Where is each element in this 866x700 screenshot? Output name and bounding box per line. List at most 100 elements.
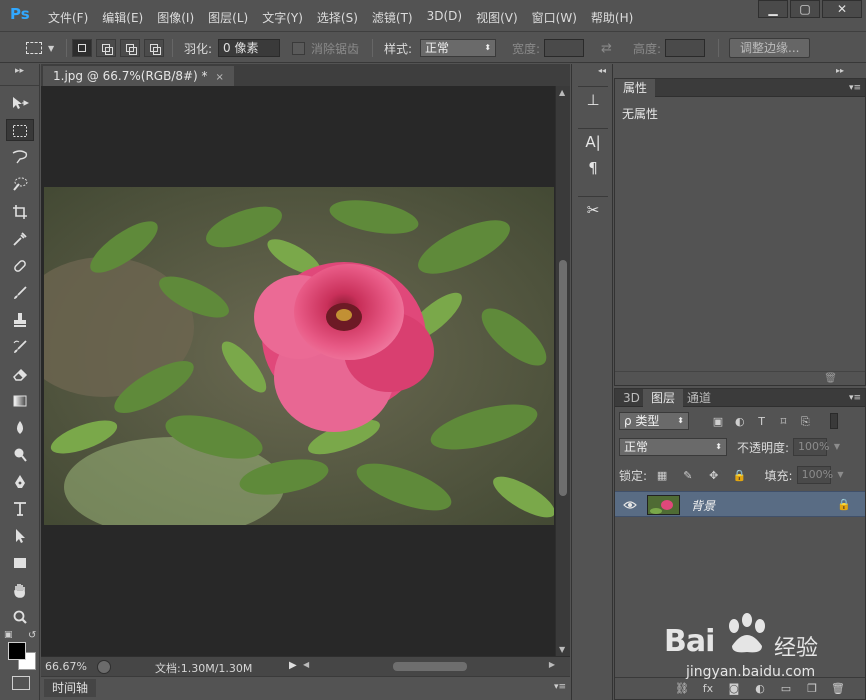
document-tab[interactable]: 1.jpg @ 66.7%(RGB/8#) * ×: [43, 66, 234, 86]
eraser-tool[interactable]: [6, 362, 34, 384]
tool-preset-picker[interactable]: ▼: [26, 33, 62, 63]
add-selection-button[interactable]: [96, 39, 116, 57]
trash-icon[interactable]: 🗑: [824, 373, 837, 384]
default-colors-icon[interactable]: ▣: [4, 630, 13, 640]
filter-smart-icon[interactable]: ⎘: [796, 415, 814, 429]
filter-pixel-icon[interactable]: ▣: [709, 415, 727, 428]
opacity-input[interactable]: 100% ▼: [793, 438, 840, 456]
width-input[interactable]: [544, 39, 585, 57]
scroll-up-icon[interactable]: ▲: [559, 88, 565, 97]
pen-tool[interactable]: [6, 470, 34, 492]
menu-window[interactable]: 窗口(W): [532, 9, 577, 26]
lock-position-icon[interactable]: ✥: [703, 469, 725, 482]
filter-toggle[interactable]: [830, 413, 839, 429]
dock-collapse-icon[interactable]: ◂◂: [598, 66, 606, 75]
subtract-selection-button[interactable]: [120, 39, 140, 57]
canvas-area[interactable]: [41, 86, 555, 656]
caret-down-icon[interactable]: ▼: [834, 439, 840, 455]
layer-thumbnail[interactable]: [647, 495, 680, 515]
document-image[interactable]: [44, 187, 554, 525]
quick-mask-icon[interactable]: [12, 676, 30, 690]
menu-type[interactable]: 文字(Y): [262, 9, 303, 26]
right-dock-collapse-icon[interactable]: ▸▸: [836, 66, 844, 75]
minimize-button[interactable]: ▁: [758, 0, 788, 18]
height-input[interactable]: [665, 39, 706, 57]
blur-tool[interactable]: [6, 416, 34, 438]
panel-menu-icon[interactable]: ▾≡: [849, 83, 861, 93]
status-menu-arrow-icon[interactable]: ▶: [289, 660, 297, 671]
history-brush-tool[interactable]: [6, 335, 34, 357]
path-selection-tool[interactable]: [6, 524, 34, 546]
healing-brush-tool[interactable]: [6, 254, 34, 276]
caret-down-icon[interactable]: ▼: [837, 467, 843, 483]
filter-type-icon[interactable]: T: [753, 415, 771, 428]
menu-view[interactable]: 视图(V): [476, 9, 518, 26]
menu-select[interactable]: 选择(S): [317, 9, 358, 26]
clone-stamp-tool[interactable]: [6, 308, 34, 330]
menu-filter[interactable]: 滤镜(T): [372, 9, 413, 26]
refine-edge-button[interactable]: 调整边缘...: [729, 38, 811, 58]
style-select[interactable]: 正常 ⬍: [420, 39, 497, 57]
character-panel-icon[interactable]: A|: [578, 129, 608, 155]
toolbar-collapse[interactable]: ▸▸: [0, 64, 39, 86]
timeline-tab[interactable]: 时间轴: [44, 679, 97, 697]
tab-channels[interactable]: 通道: [679, 389, 719, 407]
layer-row[interactable]: 背景 🔒: [615, 491, 865, 517]
crop-tool[interactable]: [6, 200, 34, 222]
gradient-tool[interactable]: [6, 389, 34, 411]
lock-all-icon[interactable]: 🔒: [729, 469, 751, 482]
antialias-checkbox[interactable]: [292, 41, 305, 55]
tab-layers[interactable]: 图层: [643, 389, 684, 407]
paragraph-panel-icon[interactable]: ¶: [578, 155, 608, 181]
visibility-eye-icon[interactable]: [623, 498, 637, 512]
quick-selection-tool[interactable]: [6, 173, 34, 195]
swap-colors-icon[interactable]: ↺: [28, 630, 36, 641]
rect-marquee-tool[interactable]: [6, 119, 34, 141]
scroll-down-icon[interactable]: ▼: [559, 645, 565, 654]
intersect-selection-button[interactable]: [144, 39, 164, 57]
tool-presets-icon[interactable]: ✂: [578, 197, 608, 223]
panel-menu-icon[interactable]: ▾≡: [849, 393, 861, 403]
move-tool[interactable]: [6, 92, 34, 114]
scroll-left-icon[interactable]: ◀: [303, 660, 309, 669]
menu-layer[interactable]: 图层(L): [208, 9, 248, 26]
layer-name[interactable]: 背景: [691, 497, 715, 514]
menu-3d[interactable]: 3D(D): [427, 9, 462, 26]
new-selection-button[interactable]: [72, 39, 92, 57]
menu-help[interactable]: 帮助(H): [591, 9, 633, 26]
type-tool[interactable]: [6, 497, 34, 519]
layer-filter-select[interactable]: ρ 类型 ⬍: [619, 412, 689, 430]
filter-adjustment-icon[interactable]: ◐: [731, 415, 749, 428]
hand-tool[interactable]: [6, 578, 34, 600]
history-panel-icon[interactable]: ⊥: [578, 87, 608, 113]
scroll-right-icon[interactable]: ▶: [549, 660, 555, 669]
lock-transparent-icon[interactable]: ▦: [651, 469, 673, 482]
status-info-icon[interactable]: [97, 660, 111, 674]
zoom-tool[interactable]: [6, 605, 34, 627]
menu-edit[interactable]: 编辑(E): [102, 9, 143, 26]
lock-paint-icon[interactable]: ✎: [677, 469, 699, 482]
close-button[interactable]: ✕: [822, 0, 862, 18]
lasso-tool[interactable]: [6, 146, 34, 168]
menu-file[interactable]: 文件(F): [48, 9, 88, 26]
fill-input[interactable]: 100% ▼: [796, 466, 844, 484]
foreground-color-swatch[interactable]: [8, 642, 26, 660]
panel-menu-icon[interactable]: ▾≡: [554, 682, 566, 692]
close-tab-icon[interactable]: ×: [216, 72, 224, 83]
restore-button[interactable]: ▢: [790, 0, 820, 18]
menu-image[interactable]: 图像(I): [157, 9, 194, 26]
feather-input[interactable]: 0 像素: [218, 39, 281, 57]
swap-dimensions[interactable]: ⇄: [601, 33, 612, 63]
blend-mode-select[interactable]: 正常 ⬍: [619, 438, 727, 456]
vertical-scroll-thumb[interactable]: [559, 260, 567, 496]
filter-shape-icon[interactable]: ⌑: [774, 415, 792, 428]
tab-properties[interactable]: 属性: [615, 79, 656, 97]
horizontal-scroll-thumb[interactable]: [393, 662, 467, 671]
horizontal-scrollbar[interactable]: ◀ ▶: [303, 660, 555, 674]
zoom-level[interactable]: 66.67%: [45, 660, 87, 673]
eyedropper-tool[interactable]: [6, 227, 34, 249]
vertical-scrollbar[interactable]: ▲ ▼: [555, 86, 570, 656]
rectangle-tool[interactable]: [6, 551, 34, 573]
brush-tool[interactable]: [6, 281, 34, 303]
dodge-tool[interactable]: [6, 443, 34, 465]
